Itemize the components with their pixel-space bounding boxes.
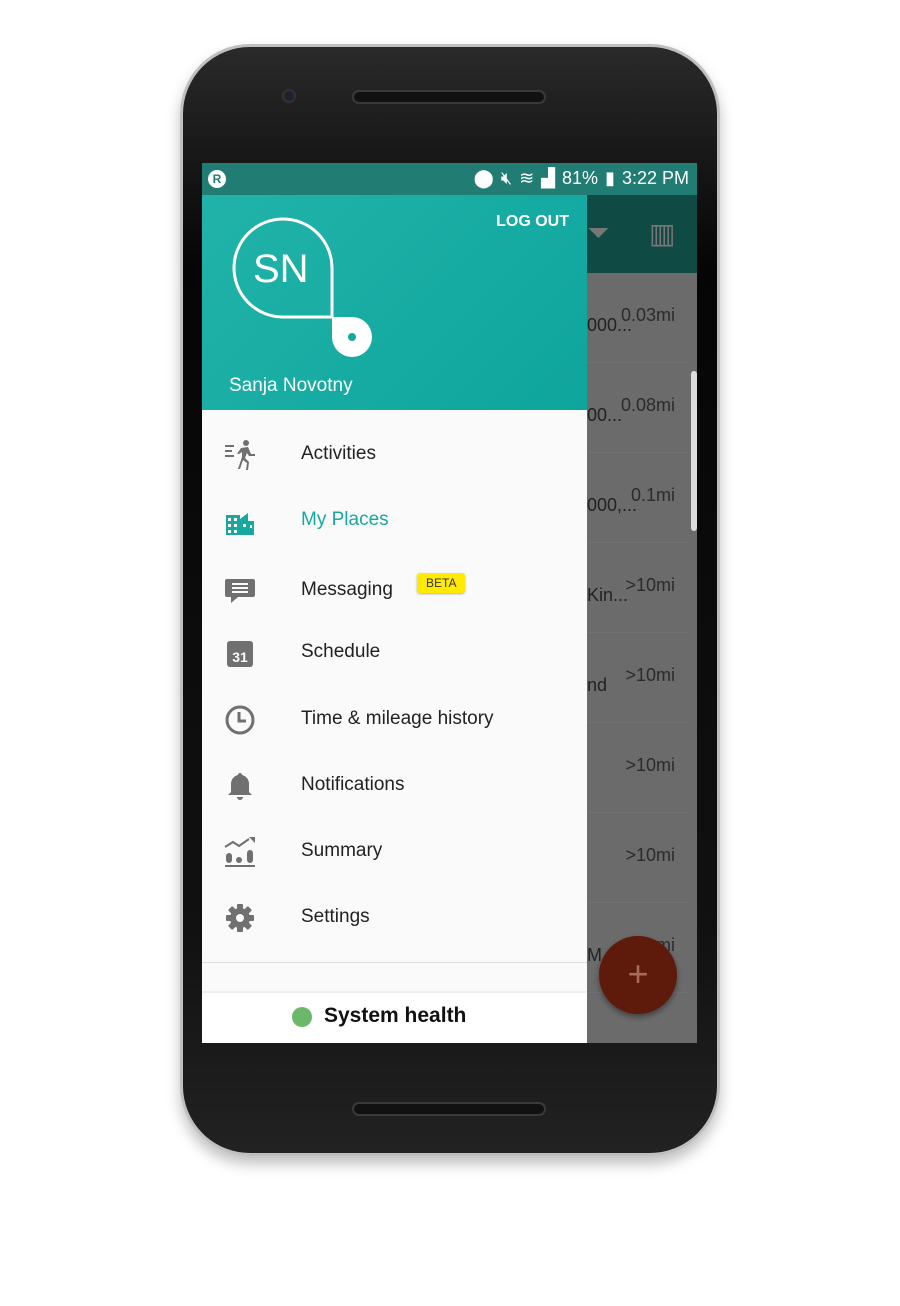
menu-item-notifications[interactable]: Notifications (202, 756, 587, 816)
message-icon (225, 579, 255, 603)
list-item[interactable]: >10mi (587, 723, 687, 813)
battery-percent: 81% (562, 168, 599, 188)
bottom-speaker (352, 1102, 546, 1116)
place-distance: >10mi (625, 845, 675, 865)
list-item[interactable]: Kin... >10mi (587, 543, 687, 633)
place-distance: >10mi (625, 665, 675, 685)
menu-label: Notifications (301, 774, 405, 795)
health-status-dot (292, 1007, 312, 1027)
running-person-icon (225, 440, 255, 470)
buildings-icon (226, 513, 254, 535)
filter-icon[interactable]: ⏷ (587, 217, 609, 250)
list-item[interactable]: >10mi (587, 813, 687, 903)
list-item[interactable]: 00... 0.08mi (587, 363, 687, 453)
front-camera (282, 89, 296, 103)
clock-icon (225, 705, 255, 735)
menu-item-settings[interactable]: Settings (202, 888, 587, 948)
calendar-day: 31 (232, 649, 248, 665)
place-distance: >10mi (625, 575, 675, 595)
system-health-label: System health (324, 1004, 467, 1027)
user-name: Sanja Novotny (229, 375, 353, 396)
menu-label: Time & mileage history (301, 708, 494, 729)
navigation-drawer: LOG OUT SN Sanja Novotny Activities My P… (202, 195, 587, 1043)
app-notification-icon: R (208, 170, 226, 188)
place-name: 00... (587, 405, 623, 425)
drawer-header: LOG OUT SN Sanja Novotny (202, 195, 587, 410)
wifi-icon: ≋ (519, 168, 535, 188)
place-name: nd (587, 675, 608, 695)
place-distance: 0.1mi (630, 485, 675, 505)
place-name: 000,... (587, 495, 638, 515)
signal-icon: ▟ (541, 168, 556, 188)
screen: ⏷ ▥ 000... 0.03mi 00... 0.08mi 000,... 0.1m… (202, 163, 697, 1043)
calendar-icon: 31 (227, 641, 253, 667)
battery-icon: ▮ (605, 168, 615, 188)
map-icon[interactable]: ▥ (649, 217, 675, 250)
menu-item-messaging[interactable]: Messaging BETA (202, 561, 587, 621)
beta-badge: BETA (417, 573, 466, 593)
menu-label: My Places (301, 509, 389, 530)
vibrate-icon: 🔇︎ (500, 168, 513, 188)
menu-item-my-places[interactable]: My Places (202, 491, 587, 551)
menu-item-summary[interactable]: Summary (202, 822, 587, 882)
add-place-button[interactable]: + (599, 936, 677, 1014)
menu-label: Summary (301, 840, 383, 861)
menu-label: Settings (301, 906, 370, 927)
chart-icon (224, 837, 255, 867)
gear-icon (226, 904, 254, 932)
list-item[interactable]: 000... 0.03mi (587, 273, 687, 363)
avatar-initials: SN (253, 247, 309, 291)
list-item[interactable]: nd >10mi (587, 633, 687, 723)
place-name: Kin... (587, 585, 629, 605)
menu-label: Activities (301, 443, 376, 464)
bell-icon (228, 773, 252, 800)
system-health-button[interactable]: System health (202, 991, 587, 1043)
list-item[interactable]: 000,... 0.1mi (587, 453, 687, 543)
menu-label: Schedule (301, 641, 381, 662)
location-icon: ⬤ (473, 168, 494, 188)
menu-item-time-mileage-history[interactable]: Time & mileage history (202, 690, 587, 750)
menu-label: Messaging (301, 579, 393, 600)
logout-button[interactable]: LOG OUT (496, 213, 569, 231)
menu-divider (202, 962, 587, 963)
earpiece-speaker (352, 90, 546, 104)
place-distance: >10mi (625, 755, 675, 775)
status-bar: R ⬤ 🔇︎ ≋ ▟ 81% ▮ 3:22 PM (202, 163, 697, 195)
menu-item-schedule[interactable]: 31 Schedule (202, 623, 587, 683)
place-distance: 0.03mi (620, 305, 675, 325)
scrollbar[interactable] (691, 371, 697, 531)
menu-item-activities[interactable]: Activities (202, 425, 587, 485)
place-distance: 0.08mi (620, 395, 675, 415)
clock: 3:22 PM (621, 168, 689, 188)
